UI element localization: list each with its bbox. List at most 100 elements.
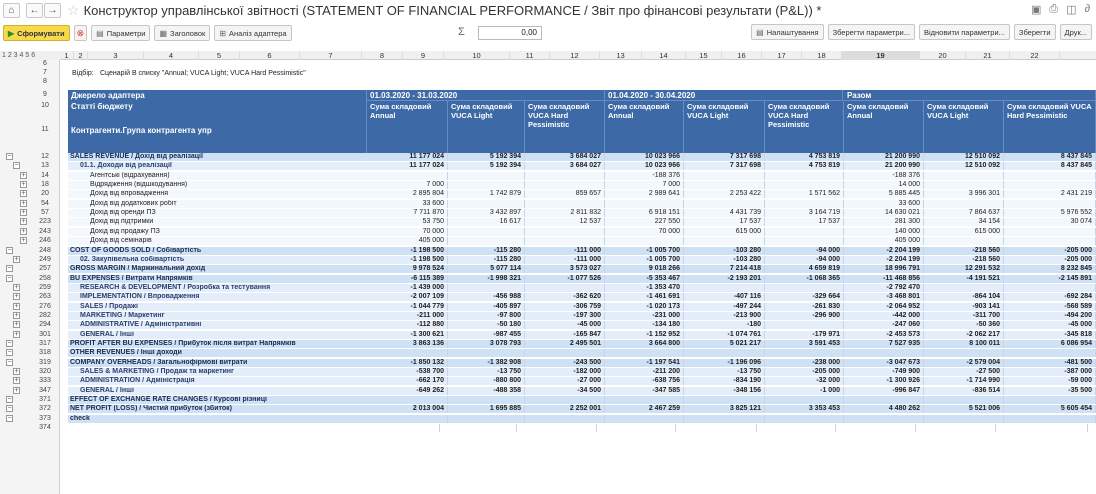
value-cell[interactable]	[684, 414, 765, 423]
value-cell[interactable]	[684, 396, 765, 405]
value-cell[interactable]	[605, 396, 684, 405]
outline-toggle[interactable]: +	[20, 199, 27, 207]
outline-toggle[interactable]: −	[6, 153, 13, 160]
outline-toggle[interactable]: −	[6, 349, 13, 357]
column-letter-5[interactable]: 5	[199, 51, 240, 60]
value-cell[interactable]: -1 077 526	[525, 274, 605, 283]
value-cell[interactable]: -1 198 500	[367, 246, 448, 255]
value-cell[interactable]: 140 000	[844, 227, 924, 236]
value-cell[interactable]	[448, 283, 525, 292]
value-cell[interactable]: -165 847	[525, 330, 605, 339]
outline-toggle[interactable]: +	[13, 330, 20, 338]
value-cell[interactable]: -188 376	[605, 171, 684, 180]
outline-toggle[interactable]: +	[13, 311, 20, 319]
value-cell[interactable]	[765, 321, 844, 330]
value-cell[interactable]: -27 000	[525, 377, 605, 386]
outline-toggle[interactable]: +	[13, 321, 20, 329]
value-cell[interactable]: 3 825 121	[684, 405, 765, 414]
value-cell[interactable]: 2 252 001	[525, 405, 605, 414]
value-cell[interactable]	[765, 171, 844, 180]
value-cell[interactable]	[448, 414, 525, 423]
value-cell[interactable]: -3 047 673	[844, 358, 924, 367]
link-icon[interactable]: ∂	[1085, 3, 1090, 16]
value-cell[interactable]: -111 000	[525, 255, 605, 264]
row-number[interactable]: 11	[32, 126, 58, 134]
value-cell[interactable]: -2 145 891	[1004, 274, 1096, 283]
value-cell[interactable]: -243 500	[525, 358, 605, 367]
value-cell[interactable]	[924, 171, 1004, 180]
value-cell[interactable]: 53 750	[367, 218, 448, 227]
value-cell[interactable]: 30 074	[1004, 218, 1096, 227]
value-cell[interactable]: 405 000	[367, 237, 448, 246]
value-cell[interactable]	[1004, 199, 1096, 208]
value-cell[interactable]: -836 514	[924, 386, 1004, 395]
value-cell[interactable]: -1 998 321	[448, 274, 525, 283]
value-cell[interactable]	[359, 424, 440, 433]
value-cell[interactable]: -134 180	[605, 321, 684, 330]
outline-toggle[interactable]: −	[6, 396, 13, 404]
value-cell[interactable]: -348 156	[684, 386, 765, 395]
value-cell[interactable]: 859 657	[525, 190, 605, 199]
value-cell[interactable]	[1004, 414, 1096, 423]
row-number[interactable]: 320	[32, 368, 58, 376]
value-cell[interactable]: 4 480 262	[844, 405, 924, 414]
column-letter-21[interactable]: 21	[966, 51, 1010, 60]
value-cell[interactable]	[597, 424, 676, 433]
outline-toggle[interactable]: +	[13, 368, 20, 376]
value-cell[interactable]: -238 000	[765, 358, 844, 367]
value-cell[interactable]: -34 500	[525, 386, 605, 395]
value-cell[interactable]: -211 200	[605, 368, 684, 377]
value-cell[interactable]	[924, 237, 1004, 246]
value-cell[interactable]	[924, 181, 1004, 190]
value-cell[interactable]	[765, 199, 844, 208]
column-letter-6[interactable]: 6	[240, 51, 300, 60]
value-cell[interactable]: -903 141	[924, 302, 1004, 311]
value-cell[interactable]: -1 197 541	[605, 358, 684, 367]
value-cell[interactable]: -329 664	[765, 293, 844, 302]
value-cell[interactable]: 3 684 027	[525, 162, 605, 171]
back-button[interactable]: ←	[26, 2, 43, 18]
row-number[interactable]: 333	[32, 377, 58, 385]
value-cell[interactable]: -97 800	[448, 311, 525, 320]
value-cell[interactable]	[448, 181, 525, 190]
value-cell[interactable]: 3 664 800	[605, 340, 684, 348]
outline-toggle[interactable]: −	[6, 246, 13, 254]
value-cell[interactable]	[525, 237, 605, 246]
column-letter-4[interactable]: 4	[144, 51, 199, 60]
value-cell[interactable]	[684, 237, 765, 246]
value-cell[interactable]: 7 214 418	[684, 265, 765, 274]
value-cell[interactable]	[448, 349, 525, 358]
value-cell[interactable]	[924, 199, 1004, 208]
value-cell[interactable]: -103 280	[684, 255, 765, 264]
value-cell[interactable]: 8 437 845	[1004, 162, 1096, 171]
row-number[interactable]: 301	[32, 331, 58, 339]
value-cell[interactable]: 4 431 739	[684, 209, 765, 218]
value-cell[interactable]	[525, 349, 605, 358]
value-cell[interactable]: 1 742 879	[448, 190, 525, 199]
save-button[interactable]: Зберегти	[1013, 24, 1056, 40]
value-cell[interactable]: 7 711 870	[367, 209, 448, 218]
value-cell[interactable]: -296 900	[765, 311, 844, 320]
value-cell[interactable]: -1 382 908	[448, 358, 525, 367]
value-cell[interactable]: -115 280	[448, 255, 525, 264]
column-letter-13[interactable]: 13	[600, 51, 642, 60]
value-cell[interactable]: -662 170	[367, 377, 448, 386]
value-cell[interactable]: -50 360	[924, 321, 1004, 330]
adapter-analysis-button[interactable]: ⊞ Аналіз адаптера	[214, 25, 292, 41]
outline-toggle[interactable]: +	[20, 237, 27, 245]
outline-toggle[interactable]: +	[20, 181, 27, 189]
column-letter-10[interactable]: 10	[444, 51, 510, 60]
outline-toggle[interactable]: +	[13, 302, 20, 310]
value-cell[interactable]	[525, 171, 605, 180]
value-cell[interactable]: 7 317 698	[684, 162, 765, 171]
value-cell[interactable]: -1 353 470	[605, 283, 684, 292]
value-cell[interactable]: 10 023 966	[605, 162, 684, 171]
value-cell[interactable]	[448, 396, 525, 405]
value-cell[interactable]: -1 196 096	[684, 358, 765, 367]
value-cell[interactable]	[448, 199, 525, 208]
value-cell[interactable]: -205 000	[1004, 255, 1096, 264]
value-cell[interactable]: -205 000	[765, 368, 844, 377]
value-cell[interactable]: -197 300	[525, 311, 605, 320]
row-number[interactable]: 12	[32, 153, 58, 161]
column-letter-15[interactable]: 15	[686, 51, 722, 60]
